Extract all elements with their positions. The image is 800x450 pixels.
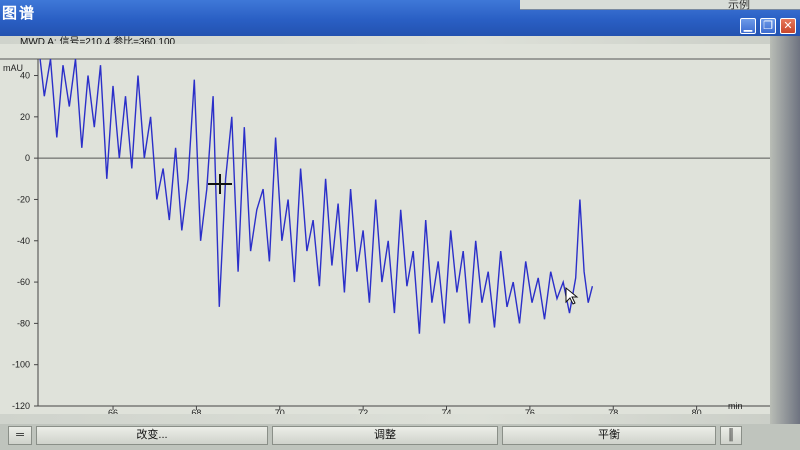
window-title: 图谱 <box>2 5 37 22</box>
plot-background <box>0 44 780 414</box>
grip-icon: ║ <box>727 429 735 441</box>
y-tick-label: -80 <box>17 318 30 328</box>
chromatogram-plot[interactable]: mAU min 40200-20-40-60-80-100-120 66 68 70… <box>0 44 780 418</box>
y-tick-label: -40 <box>17 236 30 246</box>
y-tick-label: 0 <box>25 153 30 163</box>
taskbar-label: 示例 <box>728 0 750 11</box>
grip-icon: ═ <box>16 429 24 441</box>
chromatogram-window: 图谱 示例 ▁ ❐ ✕ MWD A: 信号=210,4 参比=360,100 m… <box>0 0 800 450</box>
change-button[interactable]: 改变... <box>36 426 268 445</box>
close-icon: ✕ <box>783 20 793 32</box>
minimize-button[interactable]: ▁ <box>740 18 756 34</box>
y-tick-label: 20 <box>20 112 30 122</box>
y-tick-label: 40 <box>20 71 30 81</box>
minimize-icon: ▁ <box>743 20 753 32</box>
bottom-toolbar: ═ 改变... 调整 平衡 ║ <box>0 424 800 450</box>
adjust-button[interactable]: 调整 <box>272 426 498 445</box>
x-axis-unit-label: min <box>728 401 743 411</box>
taskbar-strip: 示例 <box>520 0 800 11</box>
restore-icon: ❐ <box>763 20 773 32</box>
y-tick-label: -60 <box>17 277 30 287</box>
plot-area[interactable]: mAU min 40 20 0 -20 -40 -60 -80 -100 -120 66 68 70… <box>0 44 780 418</box>
title-bar[interactable]: 图谱 示例 ▁ ❐ ✕ <box>0 0 800 36</box>
y-tick-label: -100 <box>12 360 30 370</box>
right-scroll-button[interactable]: ║ <box>720 426 742 445</box>
y-tick-label: -120 <box>12 401 30 411</box>
balance-button[interactable]: 平衡 <box>502 426 716 445</box>
restore-button[interactable]: ❐ <box>760 18 776 34</box>
left-scroll-button[interactable]: ═ <box>8 426 32 445</box>
window-right-edge <box>770 36 800 426</box>
y-tick-label: -20 <box>17 194 30 204</box>
close-button[interactable]: ✕ <box>780 18 796 34</box>
